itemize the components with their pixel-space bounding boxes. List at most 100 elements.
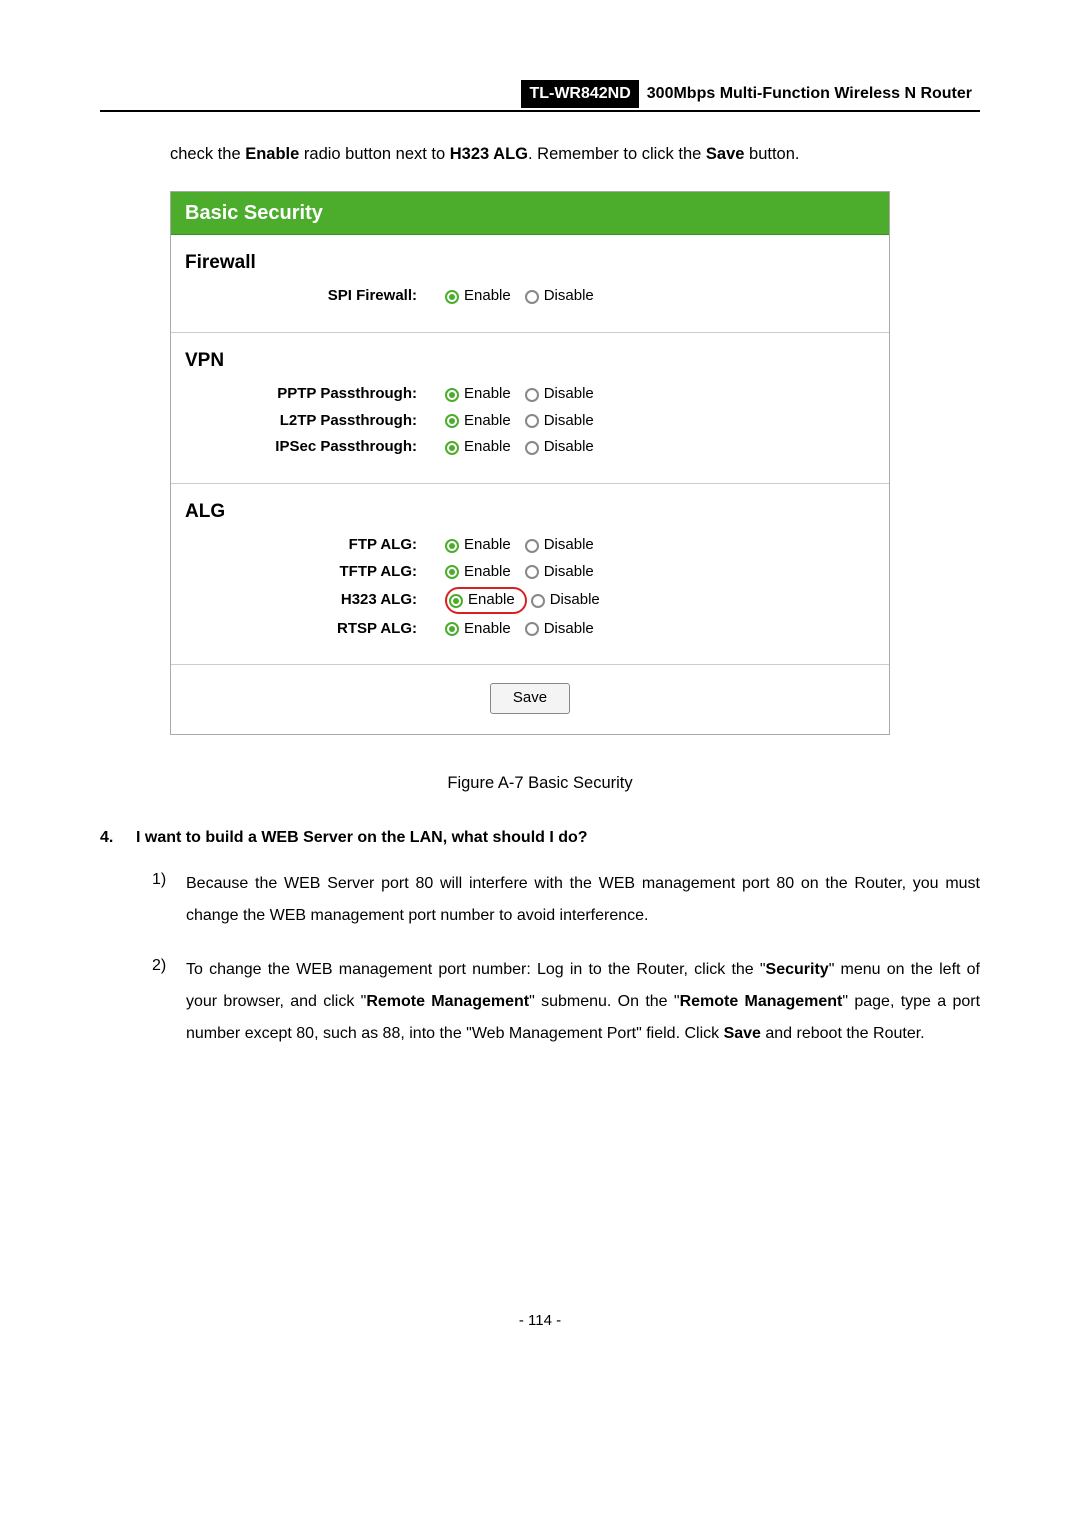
radio-checked-icon: [449, 594, 463, 608]
l2tp-row: L2TP Passthrough: Enable Disable: [185, 410, 875, 433]
radio-checked-icon: [445, 622, 459, 636]
radio-label: Enable: [464, 410, 511, 433]
basic-security-panel: Basic Security Firewall SPI Firewall: En…: [170, 191, 890, 735]
bold-save: Save: [724, 1025, 761, 1042]
radio-label: Disable: [550, 589, 600, 612]
firewall-heading: Firewall: [185, 249, 875, 278]
bold-security: Security: [766, 961, 829, 978]
step-1: 1) Because the WEB Server port 80 will i…: [152, 868, 980, 932]
radio-label: Enable: [464, 285, 511, 308]
radio-unchecked-icon: [525, 565, 539, 579]
rtsp-enable-radio[interactable]: Enable: [445, 618, 511, 641]
rtsp-alg-label: RTSP ALG:: [185, 618, 445, 641]
tftp-alg-label: TFTP ALG:: [185, 561, 445, 584]
alg-section: ALG FTP ALG: Enable Disable TFTP ALG: En…: [171, 484, 889, 655]
step-2: 2) To change the WEB management port num…: [152, 954, 980, 1050]
radio-checked-icon: [445, 441, 459, 455]
spi-firewall-row: SPI Firewall: Enable Disable: [185, 285, 875, 308]
h323-disable-radio[interactable]: Disable: [531, 589, 600, 612]
radio-label: Enable: [464, 561, 511, 584]
pptp-label: PPTP Passthrough:: [185, 383, 445, 406]
question-4: 4. I want to build a WEB Server on the L…: [100, 826, 980, 850]
radio-unchecked-icon: [525, 388, 539, 402]
question-text: I want to build a WEB Server on the LAN,…: [136, 826, 980, 850]
ipsec-disable-radio[interactable]: Disable: [525, 436, 594, 459]
ipsec-enable-radio[interactable]: Enable: [445, 436, 511, 459]
radio-label: Disable: [544, 436, 594, 459]
text: " submenu. On the ": [529, 993, 679, 1010]
h323-alg-label: H323 ALG:: [185, 589, 445, 612]
ftp-disable-radio[interactable]: Disable: [525, 534, 594, 557]
save-button[interactable]: Save: [490, 683, 570, 714]
radio-label: Disable: [544, 561, 594, 584]
radio-checked-icon: [445, 565, 459, 579]
vpn-heading: VPN: [185, 347, 875, 376]
bold-remote-mgmt-2: Remote Management: [680, 993, 843, 1010]
radio-unchecked-icon: [525, 539, 539, 553]
radio-label: Enable: [464, 534, 511, 557]
pptp-disable-radio[interactable]: Disable: [525, 383, 594, 406]
tftp-alg-row: TFTP ALG: Enable Disable: [185, 561, 875, 584]
intro-paragraph: check the Enable radio button next to H3…: [170, 142, 980, 167]
radio-unchecked-icon: [525, 622, 539, 636]
radio-label: Enable: [468, 589, 515, 612]
firewall-section: Firewall SPI Firewall: Enable Disable: [171, 235, 889, 322]
text: and reboot the Router.: [761, 1025, 925, 1042]
text: . Remember to click the: [528, 145, 706, 163]
ftp-enable-radio[interactable]: Enable: [445, 534, 511, 557]
alg-heading: ALG: [185, 498, 875, 527]
tftp-disable-radio[interactable]: Disable: [525, 561, 594, 584]
spi-disable-radio[interactable]: Disable: [525, 285, 594, 308]
l2tp-disable-radio[interactable]: Disable: [525, 410, 594, 433]
text: button.: [744, 145, 799, 163]
radio-unchecked-icon: [525, 290, 539, 304]
save-row: Save: [171, 665, 889, 734]
model-badge: TL-WR842ND: [521, 80, 638, 108]
bold-remote-mgmt: Remote Management: [366, 993, 529, 1010]
spi-enable-radio[interactable]: Enable: [445, 285, 511, 308]
highlight-oval: Enable: [445, 587, 527, 614]
vpn-section: VPN PPTP Passthrough: Enable Disable L2T…: [171, 333, 889, 473]
ftp-alg-label: FTP ALG:: [185, 534, 445, 557]
radio-label: Disable: [544, 534, 594, 557]
page-header: TL-WR842ND 300Mbps Multi-Function Wirele…: [100, 80, 980, 112]
radio-checked-icon: [445, 414, 459, 428]
h323-alg-row: H323 ALG: Enable Disable: [185, 587, 875, 614]
ipsec-label: IPSec Passthrough:: [185, 436, 445, 459]
radio-checked-icon: [445, 388, 459, 402]
l2tp-enable-radio[interactable]: Enable: [445, 410, 511, 433]
radio-checked-icon: [445, 290, 459, 304]
radio-label: Disable: [544, 410, 594, 433]
panel-title: Basic Security: [171, 192, 889, 235]
rtsp-disable-radio[interactable]: Disable: [525, 618, 594, 641]
radio-label: Enable: [464, 383, 511, 406]
radio-unchecked-icon: [525, 414, 539, 428]
l2tp-label: L2TP Passthrough:: [185, 410, 445, 433]
radio-label: Disable: [544, 285, 594, 308]
bold-save: Save: [706, 145, 745, 163]
radio-unchecked-icon: [531, 594, 545, 608]
h323-enable-radio[interactable]: Enable: [449, 589, 515, 612]
rtsp-alg-row: RTSP ALG: Enable Disable: [185, 618, 875, 641]
figure-caption: Figure A-7 Basic Security: [100, 771, 980, 796]
bold-enable: Enable: [245, 145, 299, 163]
model-title: 300Mbps Multi-Function Wireless N Router: [639, 80, 980, 108]
radio-checked-icon: [445, 539, 459, 553]
pptp-enable-radio[interactable]: Enable: [445, 383, 511, 406]
pptp-row: PPTP Passthrough: Enable Disable: [185, 383, 875, 406]
question-number: 4.: [100, 826, 136, 850]
tftp-enable-radio[interactable]: Enable: [445, 561, 511, 584]
radio-unchecked-icon: [525, 441, 539, 455]
ipsec-row: IPSec Passthrough: Enable Disable: [185, 436, 875, 459]
radio-label: Disable: [544, 618, 594, 641]
step-text: To change the WEB management port number…: [186, 954, 980, 1050]
text: To change the WEB management port number…: [186, 961, 766, 978]
page-number: - 114 -: [100, 1310, 980, 1333]
step-number: 2): [152, 954, 186, 1050]
text: radio button next to: [299, 145, 449, 163]
text: check the: [170, 145, 245, 163]
radio-label: Enable: [464, 436, 511, 459]
step-number: 1): [152, 868, 186, 932]
step-text: Because the WEB Server port 80 will inte…: [186, 868, 980, 932]
radio-label: Enable: [464, 618, 511, 641]
